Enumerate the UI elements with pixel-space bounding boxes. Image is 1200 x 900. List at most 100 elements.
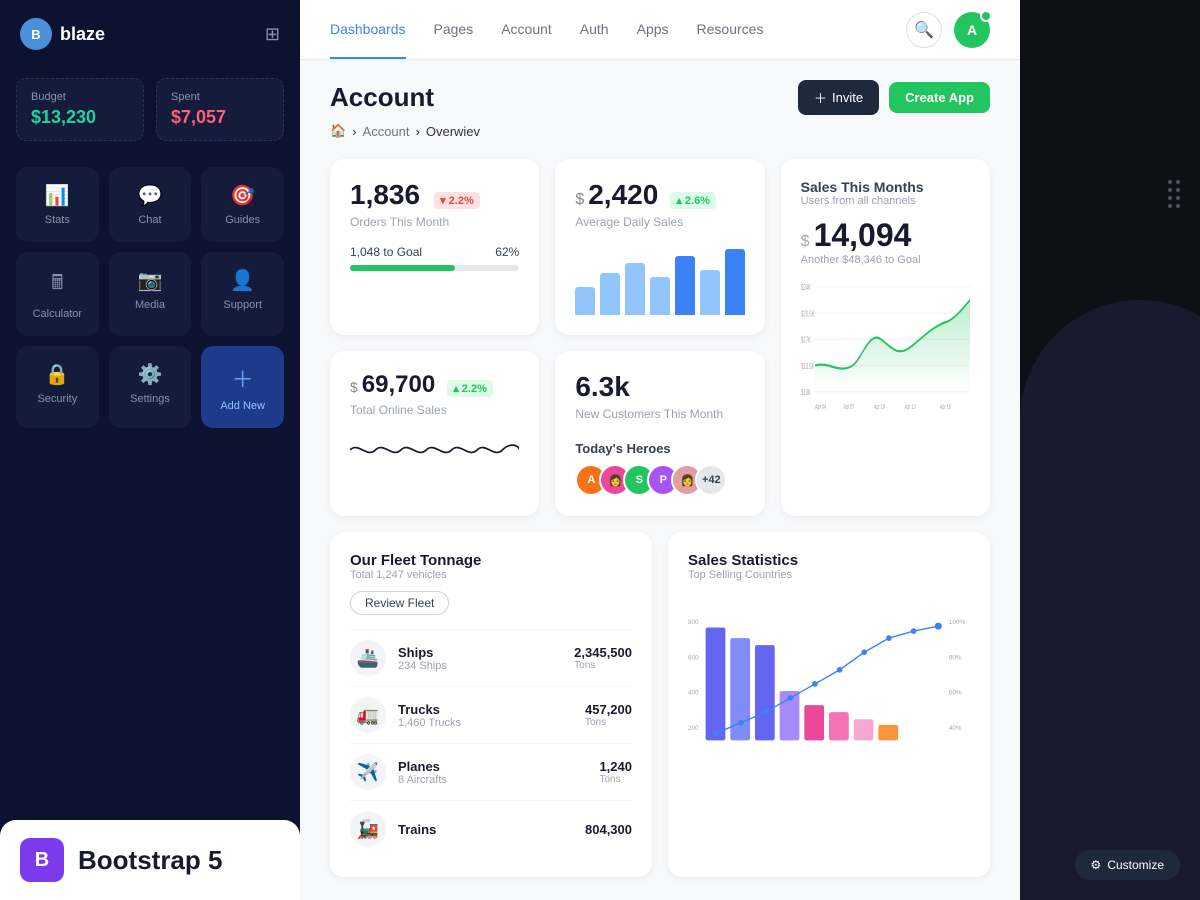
budget-card: Budget $13,230 (16, 78, 144, 141)
sidebar-item-stats[interactable]: 📊 Stats (16, 167, 99, 242)
fleet-row-trucks: 🚛 Trucks 1,460 Trucks 457,200 Tons (350, 686, 632, 743)
online-sales-badge: ▴ 2.2% (447, 380, 493, 397)
orders-goal-pct: 62% (495, 245, 519, 259)
ships-unit: Tons (574, 660, 632, 671)
breadcrumb-sep1: › (352, 124, 356, 139)
customize-button[interactable]: ⚙ Customize (1075, 850, 1180, 880)
svg-text:Apr 04: Apr 04 (815, 404, 826, 411)
breadcrumb-sep2: › (416, 124, 420, 139)
svg-text:100%: 100% (949, 619, 966, 626)
spent-card: Spent $7,057 (156, 78, 284, 141)
tab-auth[interactable]: Auth (580, 0, 609, 59)
svg-text:600: 600 (688, 654, 699, 661)
logo-area: B blaze (20, 18, 105, 50)
content-area: Account ＋ Invite Create App 🏠 › Account … (300, 60, 1020, 900)
daily-sales-chart (575, 245, 744, 315)
dashboard-grid: 1,836 ▾ 2.2% Orders This Month 1,048 to … (330, 159, 990, 516)
budget-cards: Budget $13,230 Spent $7,057 (0, 68, 300, 157)
settings-icon: ⚙️ (138, 362, 163, 387)
orders-progress-fill (350, 265, 455, 271)
svg-text:80%: 80% (949, 654, 962, 661)
calculator-icon: 🖩 (51, 268, 63, 302)
tab-resources[interactable]: Resources (697, 0, 764, 59)
sidebar-item-add-new[interactable]: ＋ Add New (201, 346, 284, 428)
tab-account[interactable]: Account (501, 0, 552, 59)
media-label: Media (135, 299, 165, 311)
user-avatar[interactable]: A (954, 12, 990, 48)
bar-3 (625, 263, 645, 316)
settings-label: Settings (130, 393, 170, 405)
bar-country-6 (829, 712, 849, 740)
bar-country-3 (755, 645, 775, 740)
orders-progress-bg (350, 265, 519, 271)
trucks-count: 1,460 Trucks (398, 717, 573, 729)
tab-pages[interactable]: Pages (434, 0, 474, 59)
bottom-grid: Our Fleet Tonnage Total 1,247 vehicles R… (330, 532, 990, 877)
planes-unit: Tons (599, 774, 632, 785)
sidebar-item-chat[interactable]: 💬 Chat (109, 167, 192, 242)
sales-month-sub: Users from all channels (801, 195, 970, 207)
top-nav-right: 🔍 A (906, 12, 990, 48)
fleet-sub: Total 1,247 vehicles (350, 569, 632, 581)
top-nav: Dashboards Pages Account Auth Apps Resou… (300, 0, 1020, 60)
trains-info: Trains (398, 822, 573, 837)
spent-value: $7,057 (171, 107, 269, 128)
orders-value: 1,836 (350, 179, 420, 211)
sidebar-item-media[interactable]: 📷 Media (109, 252, 192, 336)
sidebar-item-calculator[interactable]: 🖩 Calculator (16, 252, 99, 336)
breadcrumb-current: Overwiev (426, 124, 480, 139)
tab-dashboards[interactable]: Dashboards (330, 0, 406, 59)
guides-label: Guides (225, 214, 260, 226)
fleet-card: Our Fleet Tonnage Total 1,247 vehicles R… (330, 532, 652, 877)
security-icon: 🔒 (45, 362, 70, 387)
online-sales-dollar: $ (350, 379, 358, 395)
fleet-title: Our Fleet Tonnage (350, 552, 632, 569)
orders-badge: ▾ 2.2% (434, 192, 480, 209)
svg-text:60%: 60% (949, 690, 962, 697)
bar-1 (575, 287, 595, 315)
daily-sales-dollar: $ (575, 191, 584, 209)
customers-heroes-card: 6.3k New Customers This Month Today's He… (555, 351, 764, 516)
trucks-info: Trucks 1,460 Trucks (398, 702, 573, 729)
search-button[interactable]: 🔍 (906, 12, 942, 48)
sales-month-chart: $24K $20.5K $17K $13.5K $10K (801, 278, 970, 418)
main-content: Dashboards Pages Account Auth Apps Resou… (300, 0, 1020, 900)
sidebar-item-support[interactable]: 👤 Support (201, 252, 284, 336)
orders-progress: 1,048 to Goal 62% (350, 245, 519, 271)
sidebar-header: B blaze ⊞ (0, 0, 300, 68)
fleet-row-planes: ✈️ Planes 8 Aircrafts 1,240 Tons (350, 743, 632, 800)
sales-month-value: 14,094 (814, 217, 912, 254)
bootstrap-icon: B (20, 838, 64, 882)
page-header: Account ＋ Invite Create App (330, 80, 990, 115)
tab-apps[interactable]: Apps (637, 0, 669, 59)
breadcrumb-account[interactable]: Account (363, 124, 410, 139)
daily-sales-label: Average Daily Sales (575, 215, 744, 229)
breadcrumb-home[interactable]: 🏠 (330, 123, 346, 139)
invite-plus-icon: ＋ (814, 88, 827, 107)
logo-text: blaze (60, 24, 105, 45)
budget-label: Budget (31, 91, 129, 103)
svg-text:Apr 16: Apr 16 (939, 404, 950, 411)
svg-text:$24K: $24K (801, 284, 811, 293)
nav-tabs: Dashboards Pages Account Auth Apps Resou… (330, 0, 763, 59)
create-app-button[interactable]: Create App (889, 82, 990, 113)
fleet-row-ships: 🚢 Ships 234 Ships 2,345,500 Tons (350, 629, 632, 686)
online-sales-card: $ 69,700 ▴ 2.2% Total Online Sales (330, 351, 539, 516)
planes-icon: ✈️ (350, 754, 386, 790)
daily-sales-value: 2,420 (588, 179, 658, 211)
svg-text:800: 800 (688, 619, 699, 626)
chat-label: Chat (138, 214, 161, 226)
sidebar-item-security[interactable]: 🔒 Security (16, 346, 99, 428)
planes-info: Planes 8 Aircrafts (398, 759, 587, 786)
bootstrap-badge: B Bootstrap 5 (0, 820, 300, 900)
trains-value: 804,300 (585, 822, 632, 837)
sidebar-item-settings[interactable]: ⚙️ Settings (109, 346, 192, 428)
customize-icon: ⚙ (1091, 858, 1102, 872)
sidebar-menu-icon[interactable]: ⊞ (265, 24, 280, 45)
review-fleet-button[interactable]: Review Fleet (350, 591, 449, 615)
orders-goal-text: 1,048 to Goal (350, 245, 422, 259)
invite-button[interactable]: ＋ Invite (798, 80, 879, 115)
bar-7 (725, 249, 745, 316)
stats-chart-svg: 800 600 400 200 100% 80% 60% 40% (688, 591, 970, 791)
sidebar-item-guides[interactable]: 🎯 Guides (201, 167, 284, 242)
